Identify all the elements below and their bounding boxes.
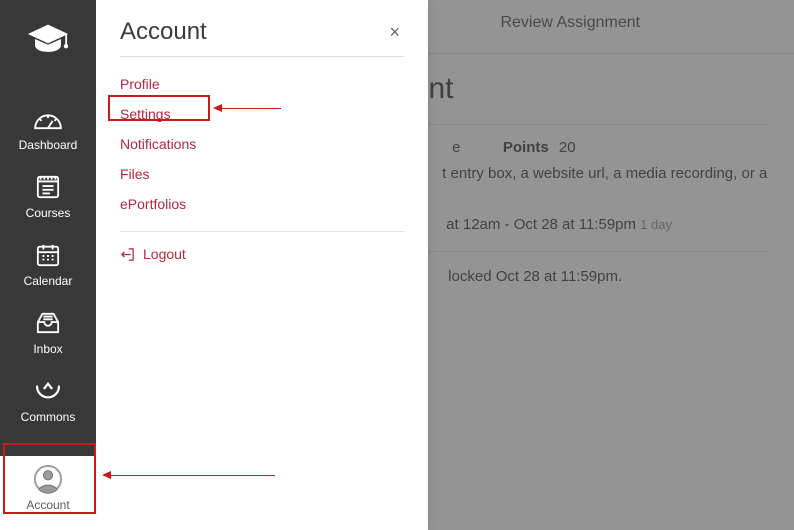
account-links: Profile Settings Notifications Files ePo… <box>120 57 404 232</box>
annotation-arrow-account <box>110 475 275 476</box>
nav-account[interactable]: Account <box>0 456 96 530</box>
logout-link[interactable]: Logout <box>120 232 404 276</box>
logout-icon <box>120 247 135 262</box>
account-icon <box>33 464 63 494</box>
files-link[interactable]: Files <box>120 159 404 189</box>
calendar-icon <box>36 240 60 270</box>
nav-courses-label: Courses <box>26 206 71 220</box>
global-nav: Dashboard Courses Calendar Inbox Commons <box>0 0 96 530</box>
close-icon[interactable]: × <box>385 19 404 45</box>
courses-icon <box>36 172 60 202</box>
dashboard-icon <box>33 104 63 134</box>
nav-dashboard-label: Dashboard <box>19 138 78 152</box>
nav-calendar[interactable]: Calendar <box>0 232 96 300</box>
commons-icon <box>35 376 61 406</box>
nav-calendar-label: Calendar <box>24 274 73 288</box>
nav-commons-label: Commons <box>21 410 76 424</box>
nav-inbox[interactable]: Inbox <box>0 300 96 368</box>
nav-account-label: Account <box>26 498 69 512</box>
notifications-link[interactable]: Notifications <box>120 129 404 159</box>
account-panel: Account × Profile Settings Notifications… <box>96 0 428 530</box>
annotation-arrow-settings <box>221 108 281 109</box>
nav-commons[interactable]: Commons <box>0 368 96 436</box>
nav-inbox-label: Inbox <box>33 342 62 356</box>
settings-link[interactable]: Settings <box>120 99 404 129</box>
nav-courses[interactable]: Courses <box>0 164 96 232</box>
account-panel-title: Account <box>120 18 207 46</box>
nav-dashboard[interactable]: Dashboard <box>0 96 96 164</box>
logout-label: Logout <box>143 246 186 262</box>
inbox-icon <box>35 308 61 338</box>
eportfolios-link[interactable]: ePortfolios <box>120 189 404 219</box>
profile-link[interactable]: Profile <box>120 69 404 99</box>
logo-icon[interactable] <box>25 16 71 62</box>
